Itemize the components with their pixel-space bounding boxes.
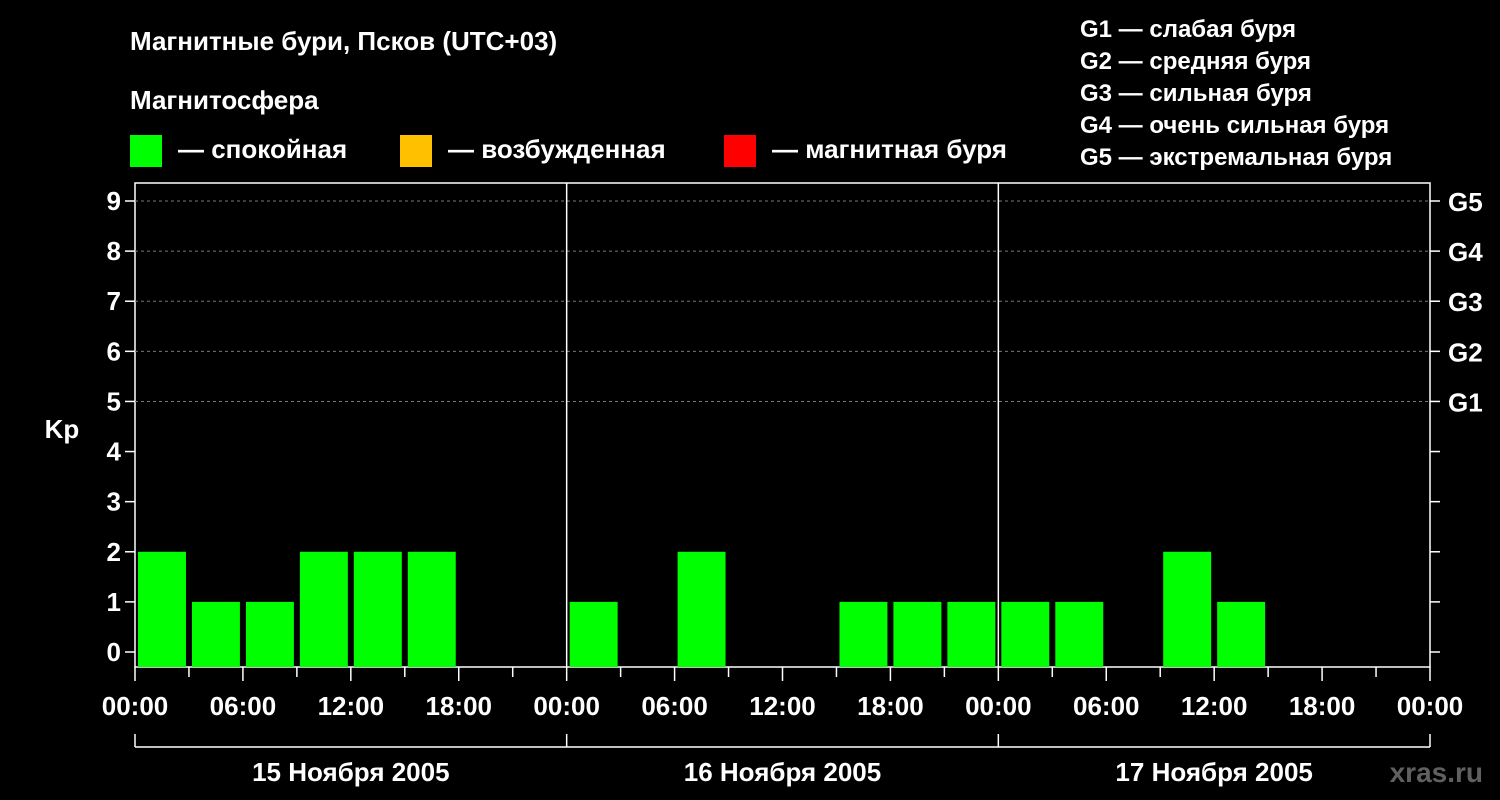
legend-label-excited: — возбужденная xyxy=(448,134,666,164)
legend-title: Магнитосфера xyxy=(130,85,319,115)
y-tick-label: 8 xyxy=(107,236,121,266)
kp-bar xyxy=(407,551,456,667)
watermark: xras.ru xyxy=(1390,757,1483,788)
x-tick-label: 12:00 xyxy=(749,691,816,721)
kp-bar xyxy=(138,551,186,667)
legend-swatch-excited xyxy=(400,135,432,167)
x-tick-label: 12:00 xyxy=(1181,691,1248,721)
y-tick-label: 2 xyxy=(107,537,121,567)
y-axis-label: Kp xyxy=(45,414,80,444)
legend-swatch-storm xyxy=(724,135,756,167)
g-level-label: G1 xyxy=(1448,387,1483,417)
x-tick-label: 18:00 xyxy=(857,691,924,721)
g-level-label: G5 xyxy=(1448,187,1483,217)
storm-level-g1: G1 — слабая буря xyxy=(1080,16,1296,43)
legend-label-storm: — магнитная буря xyxy=(772,134,1007,164)
kp-bar xyxy=(1055,601,1104,667)
legend-label-calm: — спокойная xyxy=(178,134,347,164)
y-tick-label: 0 xyxy=(107,637,121,667)
storm-level-g4: G4 — очень сильная буря xyxy=(1080,112,1389,139)
y-tick-label: 3 xyxy=(107,487,121,517)
y-tick-label: 7 xyxy=(107,286,121,316)
storm-level-g5: G5 — экстремальная буря xyxy=(1080,144,1392,171)
x-tick-label: 00:00 xyxy=(102,691,169,721)
kp-chart: Магнитные бури, Псков (UTC+03) Магнитосф… xyxy=(45,16,1484,788)
x-tick-label: 00:00 xyxy=(1397,691,1464,721)
kp-bar xyxy=(677,551,726,667)
chart-title: Магнитные бури, Псков (UTC+03) xyxy=(130,26,557,56)
x-tick-label: 06:00 xyxy=(1073,691,1140,721)
kp-bar xyxy=(569,601,618,667)
y-tick-label: 9 xyxy=(107,186,121,216)
kp-bar xyxy=(1163,551,1212,667)
plot-area: 0 1 2 3 4 5 6 7 8 9 G1 G2 G3 G4 G5 00:00 06:00 12:00 18:00… xyxy=(102,182,1483,787)
x-tick-label: 00:00 xyxy=(965,691,1032,721)
g-level-label: G4 xyxy=(1448,237,1483,267)
storm-level-g3: G3 — сильная буря xyxy=(1080,80,1312,107)
day-label: 17 Ноября 2005 xyxy=(1115,757,1312,787)
kp-bar xyxy=(839,601,888,667)
y-tick-label: 5 xyxy=(107,386,121,416)
x-tick-label: 00:00 xyxy=(533,691,600,721)
y-tick-label: 4 xyxy=(107,437,122,467)
kp-bar xyxy=(191,601,240,667)
y-tick-label: 1 xyxy=(107,587,121,617)
g-level-label: G2 xyxy=(1448,337,1483,367)
x-tick-label: 06:00 xyxy=(641,691,708,721)
x-tick-label: 12:00 xyxy=(318,691,385,721)
day-label: 15 Ноября 2005 xyxy=(252,757,449,787)
legend-swatch-calm xyxy=(130,135,162,167)
kp-bar xyxy=(893,601,942,667)
kp-bar xyxy=(947,601,996,667)
y-tick-label: 6 xyxy=(107,336,121,366)
x-tick-label: 06:00 xyxy=(210,691,277,721)
kp-bar xyxy=(245,601,294,667)
storm-level-g2: G2 — средняя буря xyxy=(1080,48,1311,75)
kp-bar xyxy=(299,551,348,667)
g-level-label: G3 xyxy=(1448,287,1483,317)
x-tick-label: 18:00 xyxy=(426,691,493,721)
storm-level-legend: G1 — слабая буря G2 — средняя буря G3 — … xyxy=(1080,16,1392,171)
x-tick-label: 18:00 xyxy=(1289,691,1356,721)
kp-bar xyxy=(1217,601,1266,667)
kp-bar xyxy=(1001,601,1050,667)
kp-bar xyxy=(353,551,402,667)
day-label: 16 Ноября 2005 xyxy=(684,757,881,787)
legend: — спокойная — возбужденная — магнитная б… xyxy=(130,134,1007,167)
